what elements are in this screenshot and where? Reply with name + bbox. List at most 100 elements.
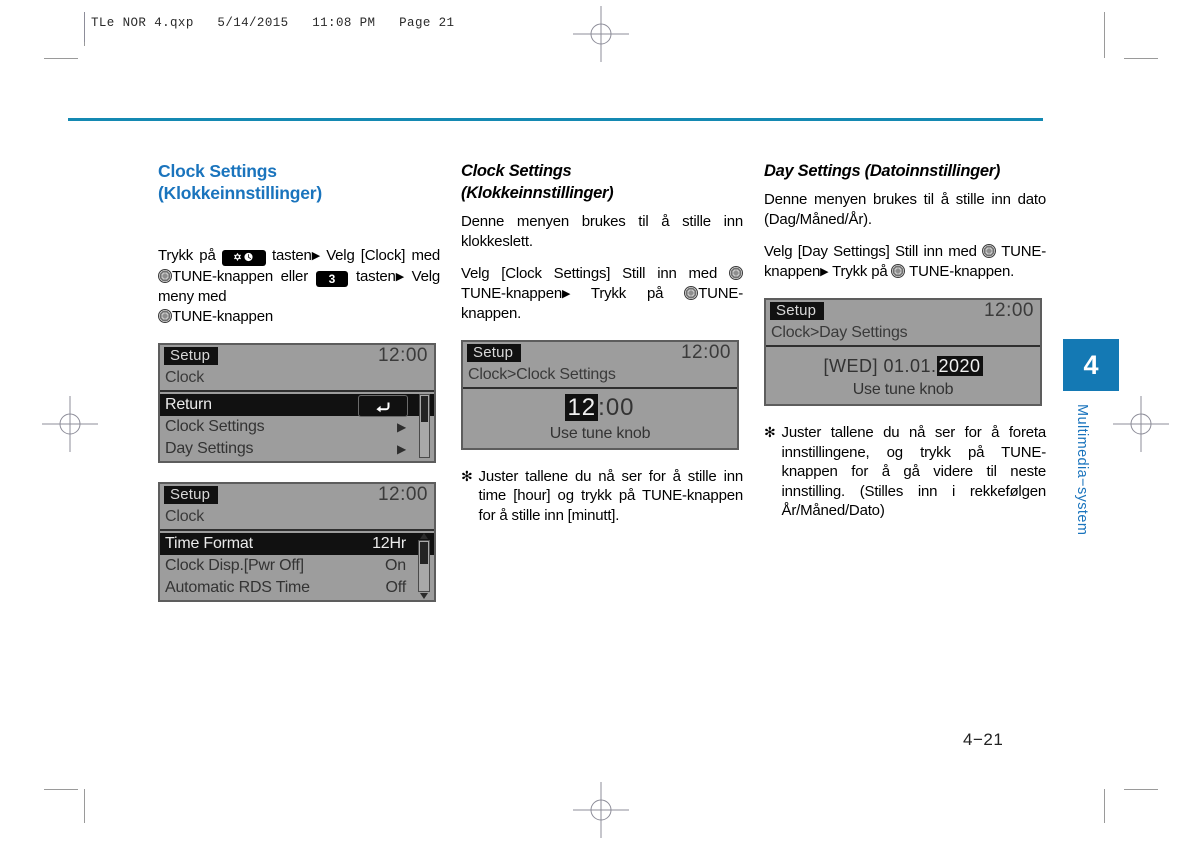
instruction-text-2: tasten bbox=[272, 247, 312, 264]
instruction-text-4: TUNE-knappen eller bbox=[172, 267, 308, 285]
lcd-menu-item-value: On bbox=[385, 557, 406, 574]
lcd-scrollbar-thumb[interactable] bbox=[421, 396, 428, 422]
instruction-paragraph-1: Trykk på tasten▶ Velg [Clock] med TUNE-k… bbox=[158, 246, 440, 326]
scroll-up-arrow-icon[interactable] bbox=[420, 533, 428, 539]
lcd-menu-item-day-settings[interactable]: Day Settings ▶ bbox=[160, 438, 434, 460]
chevron-right-icon: ▶ bbox=[396, 420, 406, 434]
paragraph-intro-day: Denne menyen brukes til å stille inn dat… bbox=[764, 191, 1046, 228]
play-arrow-icon-4: ▶ bbox=[820, 265, 829, 278]
column-middle: Clock Settings (Klokkeinnstillinger) Den… bbox=[461, 160, 743, 525]
lcd-header-3: Setup 12:00 bbox=[463, 342, 737, 364]
lcd-menu-item-clock-disp[interactable]: Clock Disp.[Pwr Off] On bbox=[160, 555, 434, 577]
lcd-menu-item-return[interactable]: Return bbox=[160, 394, 434, 417]
chapter-tab-label: Multimedia−system bbox=[1074, 404, 1090, 536]
lcd-hint: Use tune knob bbox=[549, 424, 651, 442]
lcd-breadcrumb: Clock bbox=[160, 367, 434, 392]
lcd-scrollbar[interactable] bbox=[419, 394, 430, 458]
crop-mark-top-right-h bbox=[1124, 58, 1158, 59]
lcd-breadcrumb-2: Clock bbox=[160, 506, 434, 531]
lcd-date-prefix: [WED] 01.01. bbox=[823, 356, 937, 376]
print-slug: TLe NOR 4.qxp 5/14/2015 11:08 PM Page 21 bbox=[91, 16, 455, 30]
lcd-menu-item-label: Time Format bbox=[165, 535, 253, 552]
crop-mark-bottom-left-h bbox=[44, 789, 78, 790]
lcd-title-4: Setup bbox=[770, 302, 825, 320]
lcd-title-2: Setup bbox=[164, 486, 219, 504]
lcd-header-2: Setup 12:00 bbox=[160, 484, 434, 506]
column-left: Clock Settings (Klokkeinnstillinger) Try… bbox=[158, 160, 440, 602]
lcd-clock: 12:00 bbox=[377, 345, 428, 366]
lcd-menu-list: Return Clock Settings ▶ Day Settings ▶ bbox=[160, 392, 434, 461]
asterisk-icon: ✻ bbox=[461, 467, 473, 484]
registration-mark-left bbox=[42, 396, 98, 452]
paragraph-intro: Denne menyen brukes til å stille inn klo… bbox=[461, 213, 743, 250]
tune-knob-icon-2 bbox=[158, 308, 172, 323]
lcd-screenshot-clock-options: Setup 12:00 Clock Time Format 12Hr Clock… bbox=[158, 482, 436, 602]
registration-mark-top bbox=[573, 6, 629, 62]
section-heading-clock-settings: Clock Settings (Klokkeinnstillinger) bbox=[158, 160, 440, 204]
lcd-clock-2: 12:00 bbox=[377, 484, 428, 505]
lcd-menu-item-label: Clock Disp.[Pwr Off] bbox=[165, 557, 304, 574]
header-divider bbox=[68, 118, 1043, 121]
preset-3-key-icon: 3 bbox=[315, 270, 349, 287]
lcd-clock-4: 12:00 bbox=[983, 300, 1034, 321]
page-number: 4−21 bbox=[963, 730, 1004, 749]
crop-mark-bottom-right-h bbox=[1124, 789, 1158, 790]
lcd-time-editor: 12:00 Use tune knob bbox=[463, 393, 737, 448]
lcd-screenshot-clock-settings-time: Setup 12:00 Clock>Clock Settings 12:00 U… bbox=[461, 339, 739, 450]
lcd-date-year[interactable]: 2020 bbox=[936, 356, 983, 376]
instruction-text-1: Trykk på bbox=[158, 247, 216, 264]
step-text-3: Trykk på bbox=[832, 262, 888, 280]
step-text-4: TUNE-knappen. bbox=[909, 262, 1015, 280]
column-right: Day Settings (Datoinnstillinger) Denne m… bbox=[764, 160, 1046, 521]
play-arrow-icon-2: ▶ bbox=[395, 270, 404, 283]
crop-mark-bottom-right-v bbox=[1104, 789, 1105, 823]
scroll-down-arrow-icon[interactable] bbox=[420, 593, 428, 599]
tune-knob-icon-3 bbox=[729, 266, 743, 280]
heading-line-2: (Klokkeinnstillinger) bbox=[461, 184, 614, 202]
lcd-menu-item-automatic-rds-time[interactable]: Automatic RDS Time Off bbox=[160, 577, 434, 599]
gear-clock-key-icon bbox=[221, 250, 266, 266]
lcd-screenshot-day-settings: Setup 12:00 Clock>Day Settings [WED] 01.… bbox=[764, 298, 1042, 406]
section-heading-clock-settings-2: Clock Settings (Klokkeinnstillinger) bbox=[461, 160, 743, 204]
lcd-breadcrumb-3: Clock>Clock Settings bbox=[463, 364, 737, 389]
lcd-time-separator: : bbox=[598, 393, 606, 421]
step-text-3: Trykk på bbox=[590, 284, 664, 302]
chevron-right-icon-2: ▶ bbox=[396, 442, 406, 456]
lcd-menu-item-label: Day Settings bbox=[165, 440, 254, 457]
lcd-breadcrumb-4: Clock>Day Settings bbox=[766, 322, 1040, 347]
lcd-hint-2: Use tune knob bbox=[852, 381, 954, 398]
heading-line-1: Clock Settings bbox=[158, 161, 277, 181]
instruction-text-3: Velg [Clock] med bbox=[326, 247, 441, 264]
note-text-2: Juster tallene du nå ser for å foreta in… bbox=[781, 424, 1047, 519]
instruction-text-7: TUNE-knappen bbox=[172, 307, 273, 325]
lcd-scrollbar-thumb-2[interactable] bbox=[420, 542, 428, 564]
step-text-2: TUNE-knappen bbox=[461, 284, 562, 302]
registration-mark-right bbox=[1113, 396, 1169, 452]
asterisk-icon-2: ✻ bbox=[764, 424, 776, 440]
lcd-menu-item-label: Automatic RDS Time bbox=[165, 579, 310, 596]
lcd-menu-item-time-format[interactable]: Time Format 12Hr bbox=[160, 533, 434, 555]
lcd-menu-item-clock-settings[interactable]: Clock Settings ▶ bbox=[160, 416, 434, 438]
lcd-time-minute[interactable]: 00 bbox=[606, 394, 635, 421]
heading-line-2: (Klokkeinnstillinger) bbox=[158, 183, 323, 203]
heading-line-1: Clock Settings bbox=[461, 162, 572, 180]
lcd-clock-3: 12:00 bbox=[680, 341, 731, 363]
tune-knob-icon-5 bbox=[982, 244, 997, 258]
header-rule-vertical bbox=[84, 12, 85, 42]
play-arrow-icon-3: ▶ bbox=[561, 287, 571, 300]
note-day-settings: ✻ Juster tallene du nå ser for å foreta … bbox=[764, 423, 1046, 521]
play-arrow-icon: ▶ bbox=[311, 250, 320, 262]
tune-knob-icon bbox=[158, 268, 172, 283]
lcd-time-value[interactable]: 12:00 bbox=[463, 393, 737, 423]
lcd-menu-item-value: 12Hr bbox=[370, 535, 410, 553]
tune-knob-icon-6 bbox=[891, 263, 906, 278]
lcd-time-hour[interactable]: 12 bbox=[565, 393, 599, 421]
lcd-header-4: Setup 12:00 bbox=[766, 300, 1040, 322]
registration-mark-bottom bbox=[573, 782, 629, 838]
lcd-title: Setup bbox=[164, 347, 219, 365]
return-arrow-icon bbox=[358, 395, 408, 417]
lcd-scrollbar-2[interactable] bbox=[418, 533, 430, 599]
paragraph-steps: Velg [Clock Settings] Still inn med TUNE… bbox=[461, 264, 743, 324]
lcd-date-value[interactable]: [WED] 01.01. 2020 bbox=[766, 353, 1040, 379]
instruction-text-5: tasten bbox=[356, 267, 396, 285]
